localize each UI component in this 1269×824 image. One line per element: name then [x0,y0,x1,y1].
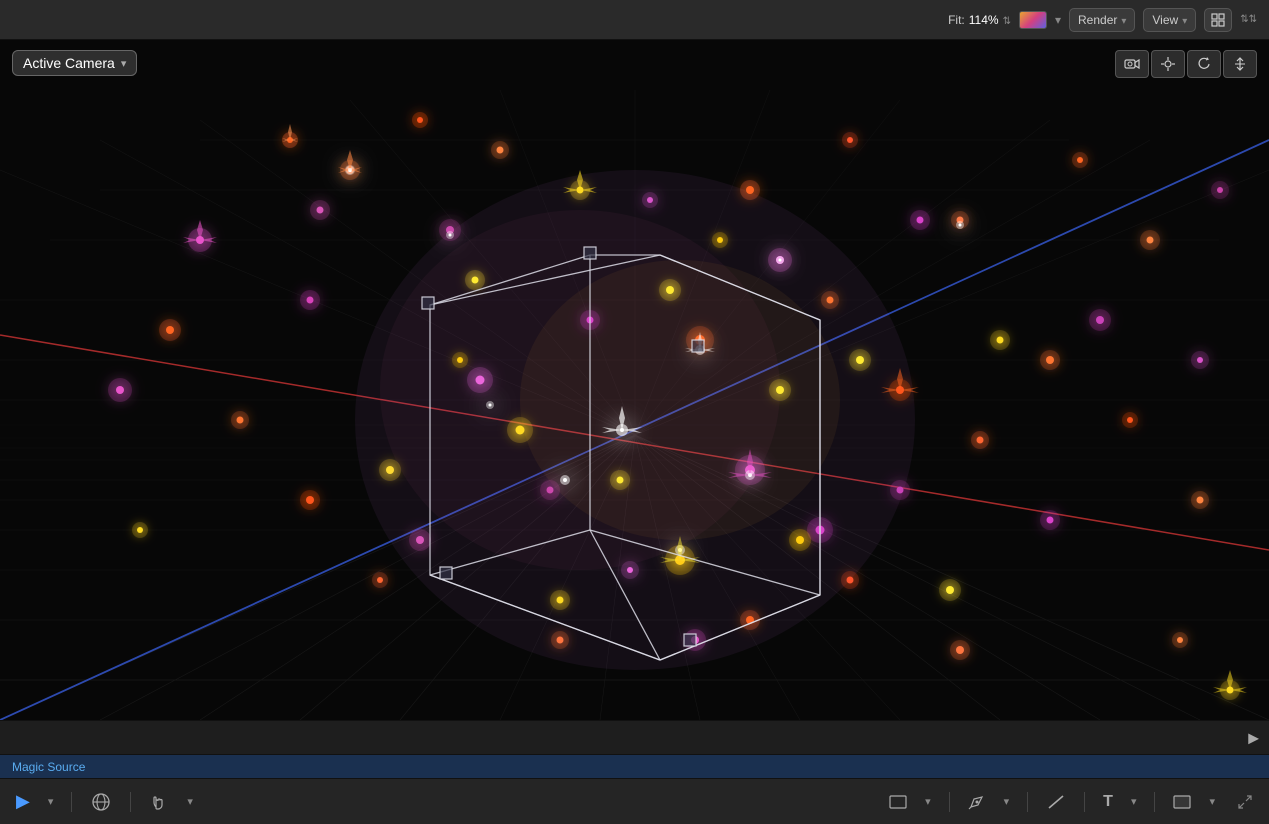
camera-chevron-icon: ▾ [121,57,127,70]
expand-icon [1237,794,1253,810]
camera-label: Active Camera [23,55,115,71]
expand-button[interactable] [1233,790,1257,814]
layer-label: Magic Source [12,760,85,774]
shape-tool-button[interactable] [885,791,911,813]
line-icon [1046,793,1066,811]
fit-text: Fit: [948,13,965,27]
move-icon [1160,56,1176,72]
view-button[interactable]: View [1143,8,1196,32]
text-icon: T [1103,793,1113,811]
pen-dropdown[interactable]: ▾ [1000,791,1014,812]
layout-button[interactable] [1204,8,1232,32]
play-button[interactable]: ▶ [12,787,34,816]
separator-6 [1154,792,1155,812]
hand-dropdown[interactable]: ▾ [183,791,197,812]
shape-dropdown[interactable]: ▾ [921,791,935,812]
bottom-controls: ▶ ▾ ▾ ▾ ▾ [0,778,1269,824]
camera-selector[interactable]: Active Camera ▾ [12,50,137,76]
orbit-tool-button[interactable] [86,787,116,817]
separator-2 [130,792,131,812]
rotate-icon [1196,56,1212,72]
pen-icon [968,793,986,811]
layout-icon [1211,13,1225,27]
text-tool-button[interactable]: T [1099,789,1117,815]
camera-view-button[interactable] [1115,50,1149,78]
grid-background [0,40,1269,720]
shape-icon [889,795,907,809]
move-tool-button[interactable] [1151,50,1185,78]
scrubber-bar: ◀ ▶ [0,720,1269,754]
text-dropdown[interactable]: ▾ [1127,791,1141,812]
camera-icon [1124,58,1140,70]
mask-tool-button[interactable] [1169,791,1195,813]
camera-bar: Active Camera ▾ [12,50,137,76]
separator-5 [1084,792,1085,812]
fit-value: 114% [969,13,999,27]
mask-icon [1173,795,1191,809]
mask-dropdown[interactable]: ▾ [1205,791,1219,812]
render-label: Render [1078,13,1117,27]
color-dropdown-chevron[interactable]: ▾ [1055,13,1061,27]
orbit-icon [90,791,112,813]
scrubber-right-handle[interactable]: ▶ [1248,729,1259,746]
separator-3 [949,792,950,812]
view-label: View [1152,13,1178,27]
color-picker-swatch[interactable] [1019,11,1047,29]
play-dropdown[interactable]: ▾ [44,791,58,812]
layer-label-bar: Magic Source [0,754,1269,778]
separator-1 [71,792,72,812]
render-chevron [1121,13,1126,27]
grid-svg [0,40,1269,720]
scrubber-track[interactable] [0,721,1269,754]
viewport-controls [1115,50,1257,78]
pen-tool-button[interactable] [964,789,990,815]
hand-icon [149,792,169,812]
fit-group: Fit: 114% [948,13,1011,27]
separator-4 [1027,792,1028,812]
render-button[interactable]: Render [1069,8,1135,32]
play-icon: ▶ [16,791,30,812]
top-toolbar: Fit: 114% ▾ Render View ⇅ [0,0,1269,40]
layout-stepper[interactable]: ⇅ [1240,14,1257,25]
hand-tool-button[interactable] [145,788,173,816]
stack-button[interactable] [1223,50,1257,78]
viewport-wrapper: Active Camera ▾ [0,40,1269,720]
fit-label: Fit: 114% [948,13,1011,27]
fit-stepper[interactable] [1003,13,1011,27]
stack-icon [1232,56,1248,72]
line-tool-button[interactable] [1042,789,1070,815]
rotate-button[interactable] [1187,50,1221,78]
view-chevron [1182,13,1187,27]
